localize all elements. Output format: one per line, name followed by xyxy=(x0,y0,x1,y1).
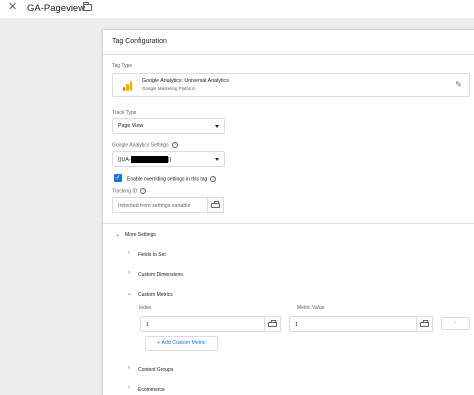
variable-icon xyxy=(211,201,220,208)
variable-picker-button[interactable] xyxy=(417,316,433,332)
custom-metrics-toggle[interactable]: Custom Metrics xyxy=(138,292,173,298)
chevron-right-icon[interactable]: › xyxy=(128,250,130,256)
track-type-label: Track Type xyxy=(112,110,137,116)
override-label: Enable overriding settings in this tag? xyxy=(127,176,217,183)
chevron-down-icon[interactable]: ⌄ xyxy=(127,290,132,297)
chevron-down-icon[interactable]: ⌄ xyxy=(115,231,120,238)
fields-to-set-toggle[interactable]: Fields to Set xyxy=(138,252,166,258)
index-input[interactable]: 1 xyxy=(140,316,265,332)
index-label: Index xyxy=(139,305,152,311)
more-settings-toggle[interactable]: More Settings xyxy=(125,232,156,238)
variable-icon xyxy=(268,320,277,327)
google-analytics-icon xyxy=(123,81,132,91)
help-icon[interactable]: ? xyxy=(171,142,178,148)
override-checkbox[interactable]: ✓ xyxy=(114,174,122,182)
chevron-down-icon xyxy=(215,125,219,128)
content-groups-toggle[interactable]: Content Groups xyxy=(138,367,173,373)
tag-configuration-card: Tag Configuration Tag Type Google Analyt… xyxy=(103,30,474,395)
tag-type-name: Google Analytics: Universal Analytics xyxy=(142,78,229,84)
track-type-value: Page View xyxy=(118,123,144,129)
page-title: GA-Pageview xyxy=(27,3,86,14)
ga-settings-select[interactable]: {{UA-}} xyxy=(112,151,225,167)
edit-pencil-icon[interactable]: ✎ xyxy=(455,80,462,89)
divider xyxy=(103,54,474,55)
help-icon[interactable]: ? xyxy=(140,188,147,194)
close-icon[interactable]: ✕ xyxy=(8,2,17,13)
chevron-right-icon[interactable]: › xyxy=(128,270,130,276)
remove-row-button[interactable]: - xyxy=(441,317,470,330)
metric-value-input[interactable]: 1 xyxy=(289,316,417,332)
divider xyxy=(103,223,474,224)
ga-settings-label: Google Analytics Settings? xyxy=(112,142,178,149)
variable-picker-button[interactable] xyxy=(265,316,281,332)
variable-picker-button[interactable] xyxy=(208,197,224,213)
top-bar: ✕ GA-Pageview xyxy=(0,0,474,18)
add-custom-metric-button[interactable]: + Add Custom Metric xyxy=(145,336,218,351)
tracking-id-label: Tracking ID? xyxy=(112,188,147,195)
track-type-select[interactable]: Page View xyxy=(112,118,225,134)
custom-dimensions-toggle[interactable]: Custom Dimensions xyxy=(138,272,183,278)
chevron-right-icon[interactable]: › xyxy=(128,385,130,391)
variable-icon xyxy=(420,320,429,327)
ecommerce-toggle[interactable]: Ecommerce xyxy=(138,387,165,393)
tracking-id-input[interactable]: Inherited from settings variable xyxy=(112,197,208,213)
metric-value-label: Metric Value xyxy=(297,305,325,311)
chevron-down-icon xyxy=(215,158,219,161)
tag-type-label: Tag Type xyxy=(112,63,133,69)
help-icon[interactable]: ? xyxy=(210,176,217,182)
folder-icon[interactable] xyxy=(82,2,92,11)
chevron-right-icon[interactable]: › xyxy=(128,365,130,371)
tag-type-selector[interactable]: Google Analytics: Universal Analytics Go… xyxy=(112,73,470,97)
card-title: Tag Configuration xyxy=(112,38,167,45)
tag-type-vendor: Google Marketing Platform xyxy=(142,86,196,91)
redacted-block xyxy=(130,156,168,163)
